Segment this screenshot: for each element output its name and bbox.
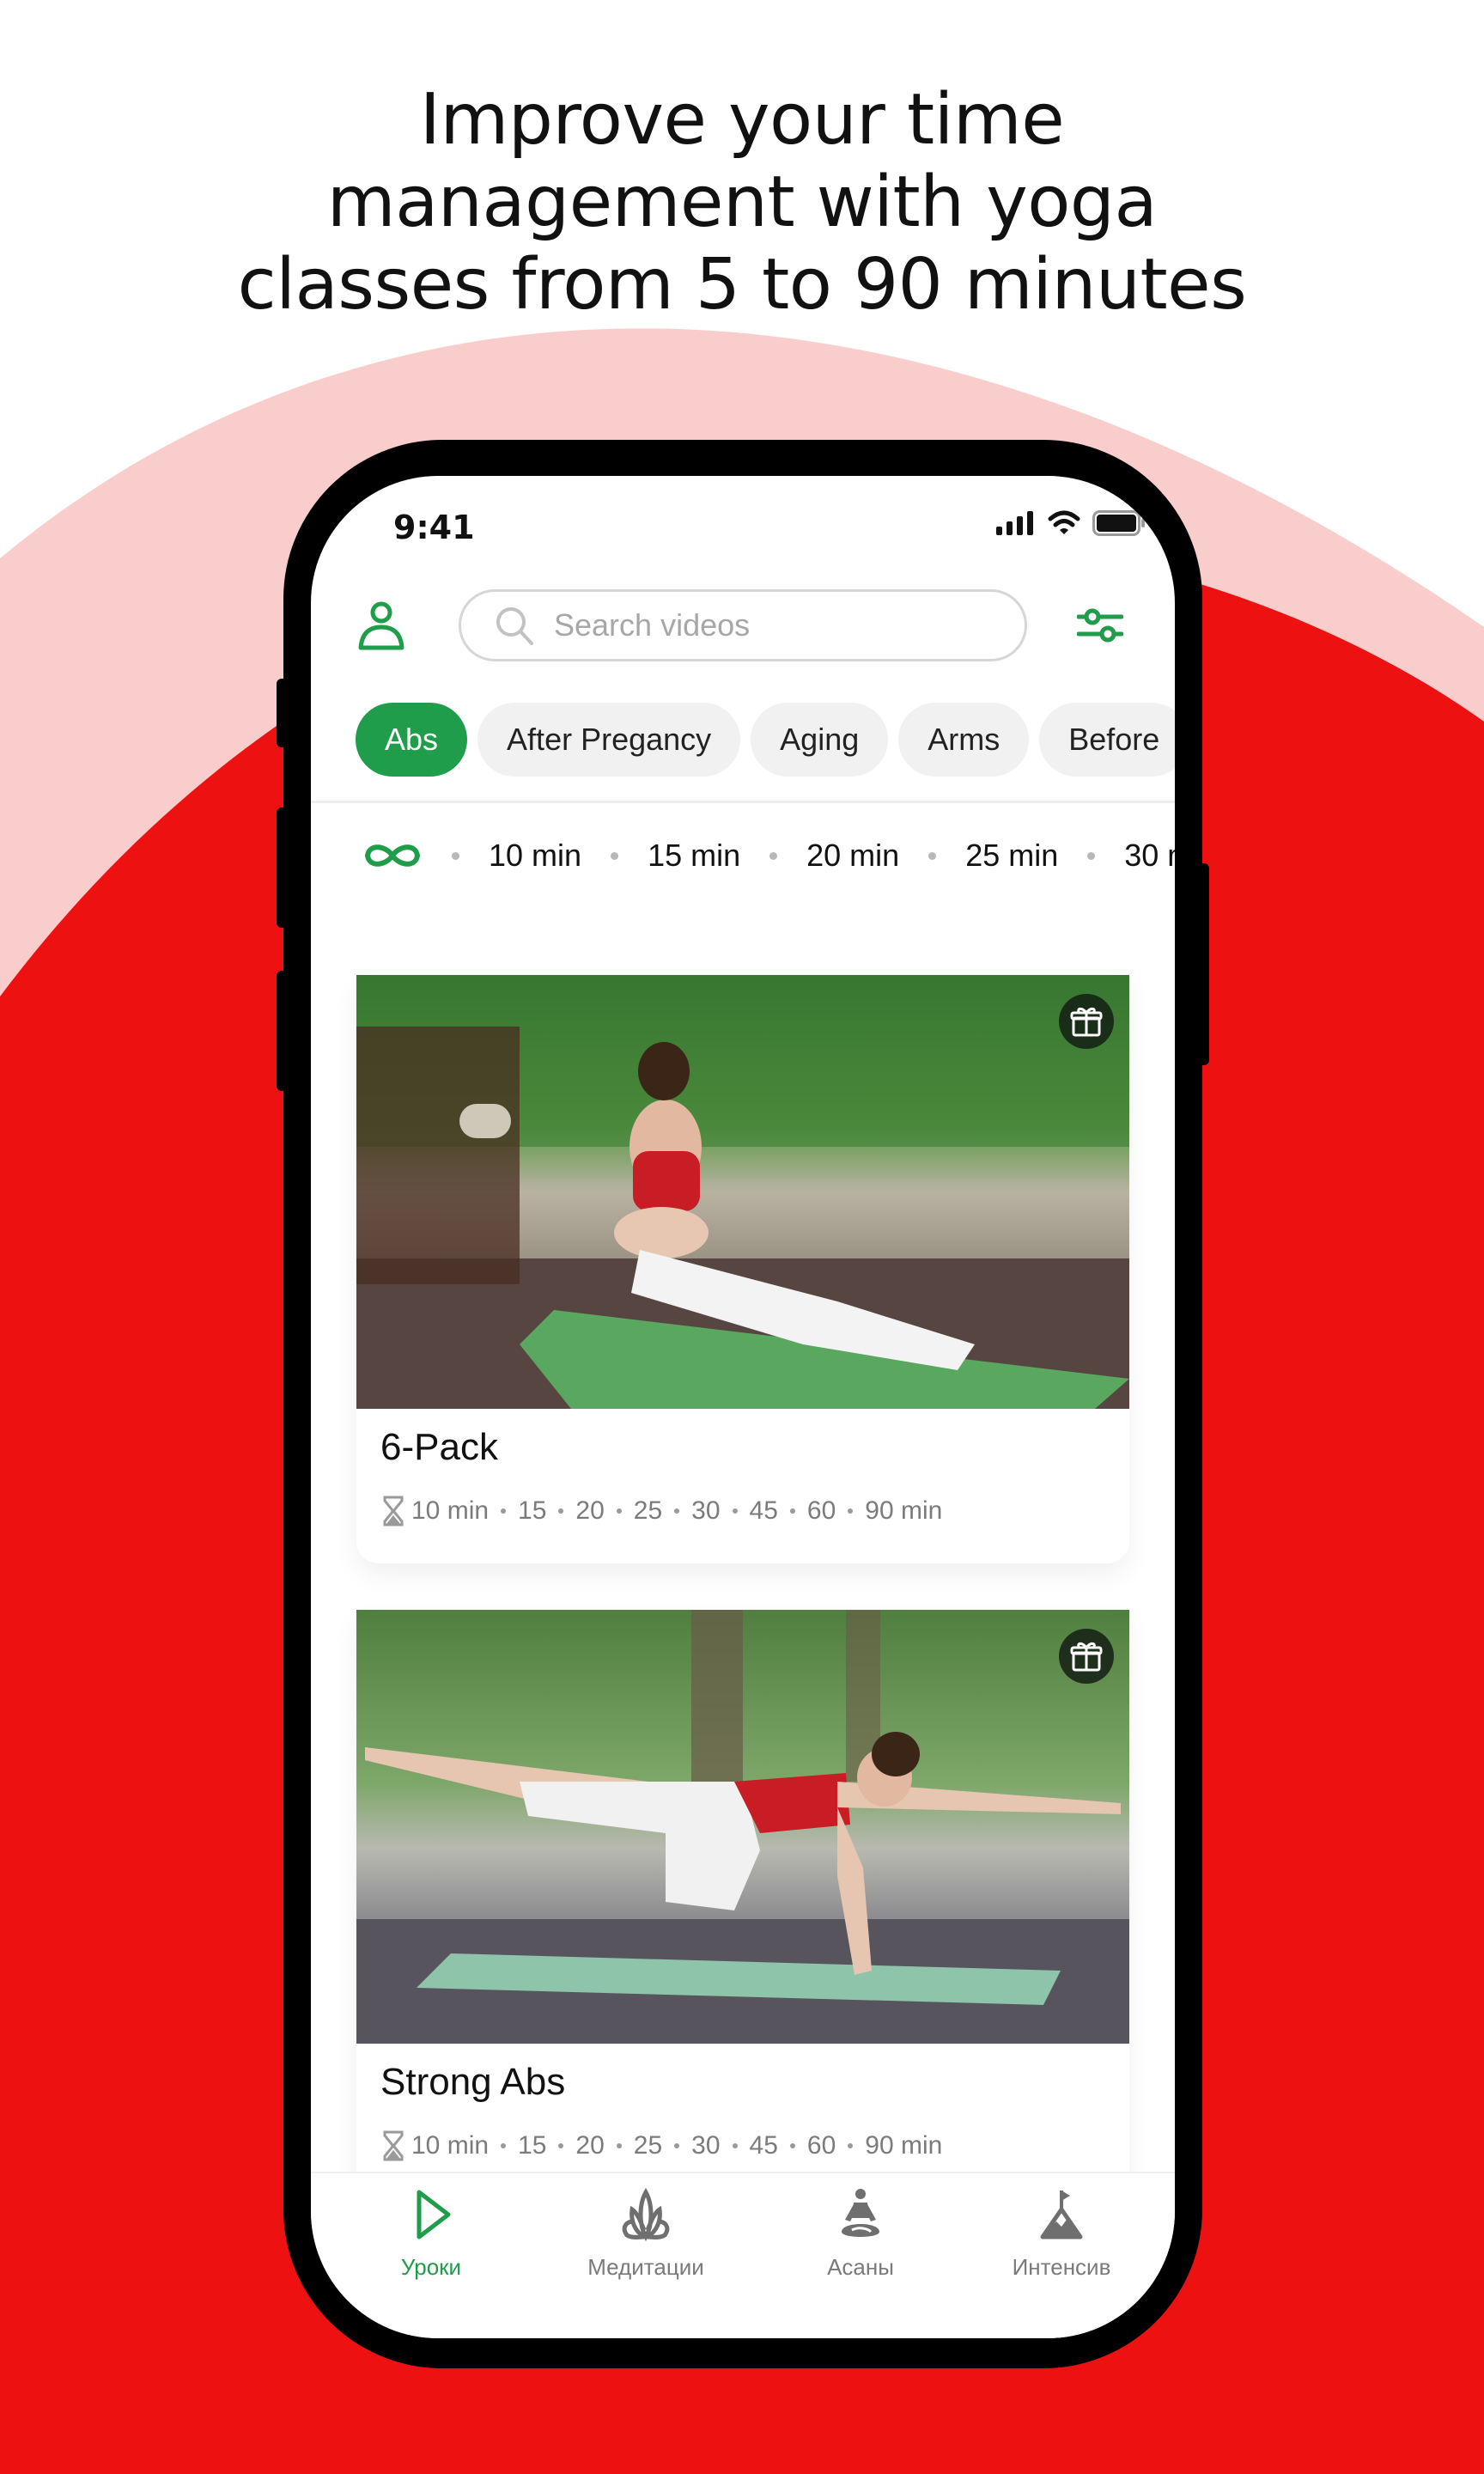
- filter-sliders-icon[interactable]: [1077, 605, 1123, 646]
- tab-lessons[interactable]: Уроки: [337, 2187, 526, 2281]
- profile-icon[interactable]: [356, 600, 407, 651]
- video-title: 6-Pack: [380, 1426, 498, 1468]
- summit-flag-icon: [1040, 2191, 1083, 2239]
- phone-side-button-power: [1197, 863, 1209, 1065]
- video-thumbnail: [356, 1610, 1129, 2044]
- duration-30[interactable]: 30 min: [1124, 838, 1175, 874]
- separator-dot: [558, 1508, 564, 1514]
- search-input[interactable]: [552, 606, 1002, 644]
- duration-option: 60: [806, 2131, 836, 2160]
- signal-icon: [996, 511, 1033, 535]
- separator-dot: [1087, 851, 1096, 860]
- divider: [311, 801, 1175, 803]
- headline-line-2: management with yoga: [326, 161, 1158, 243]
- separator-dot: [789, 1508, 795, 1514]
- separator-dot: [732, 2143, 738, 2148]
- hourglass-icon: [383, 1496, 404, 1526]
- duration-option: 25: [633, 1496, 663, 1525]
- headline-line-3: classes from 5 to 90 minutes: [237, 244, 1247, 326]
- tab-intensive[interactable]: Интенсив: [967, 2187, 1156, 2281]
- video-title: Strong Abs: [380, 2061, 566, 2103]
- duration-option: 20: [575, 2131, 605, 2160]
- duration-option: 45: [749, 1496, 778, 1525]
- status-time: 9:41: [393, 509, 475, 546]
- duration-option: 15: [518, 1496, 547, 1525]
- top-bar: [311, 589, 1175, 661]
- duration-15[interactable]: 15 min: [648, 838, 740, 874]
- separator-dot: [928, 851, 937, 860]
- chip-after-pregnancy[interactable]: After Pregancy: [477, 703, 741, 777]
- battery-icon: [1092, 510, 1145, 536]
- duration-20[interactable]: 20 min: [806, 838, 899, 874]
- duration-last: 90 min: [865, 2131, 943, 2160]
- separator-dot: [501, 2143, 507, 2148]
- separator-dot: [789, 2143, 795, 2148]
- wifi-icon: [1048, 510, 1080, 534]
- duration-option: 20: [575, 1496, 605, 1525]
- chip-aging[interactable]: Aging: [751, 703, 889, 777]
- video-durations: 10 min 15 20 25 30 45 60 90 min: [382, 2130, 942, 2161]
- separator-dot: [848, 1508, 854, 1514]
- separator-dot: [674, 2143, 680, 2148]
- separator-dot: [558, 2143, 564, 2148]
- tab-asanas[interactable]: Асаны: [766, 2187, 955, 2281]
- chip-before[interactable]: Before: [1039, 703, 1175, 777]
- status-icons: [996, 510, 1146, 536]
- duration-option: 30: [691, 1496, 721, 1525]
- tab-label: Медитации: [587, 2254, 704, 2280]
- video-card[interactable]: 6-Pack 10 min 15 20 25 30 45 60 90 min: [356, 975, 1129, 1563]
- separator-dot: [732, 1508, 738, 1514]
- video-card[interactable]: Strong Abs 10 min 15 20 25 30 45 60 90 m…: [356, 1610, 1129, 2198]
- gift-icon: [1070, 1007, 1103, 1037]
- separator-dot: [501, 1508, 507, 1514]
- duration-option: 15: [518, 2131, 547, 2160]
- video-thumbnail: [356, 975, 1129, 1409]
- phone-side-button-volume-down: [277, 971, 289, 1091]
- duration-filter: 10 min 15 min 20 min 25 min 30 min: [362, 830, 1175, 881]
- duration-option: 60: [806, 1496, 836, 1525]
- tab-meditations[interactable]: Медитации: [551, 2187, 740, 2281]
- play-icon: [417, 2190, 451, 2239]
- duration-option: 30: [691, 2131, 721, 2160]
- bottom-tab-bar: Уроки Медитации Асаны Интенсив: [311, 2172, 1175, 2338]
- phone-screen: 9:41 Search videos Abs After Pregancy Ag…: [311, 476, 1175, 2338]
- duration-first: 10 min: [411, 2131, 490, 2160]
- gift-badge: [1059, 1629, 1114, 1684]
- separator-dot: [674, 1508, 680, 1514]
- duration-option: 25: [633, 2131, 663, 2160]
- headline-line-1: Improve your time: [419, 79, 1065, 161]
- duration-first: 10 min: [411, 1496, 490, 1525]
- phone-side-button-silent: [277, 679, 289, 747]
- separator-dot: [769, 851, 778, 860]
- separator-dot: [616, 1508, 622, 1514]
- hourglass-icon: [383, 2130, 404, 2161]
- duration-10[interactable]: 10 min: [489, 838, 581, 874]
- separator-dot: [611, 851, 619, 860]
- infinity-icon[interactable]: [362, 838, 423, 873]
- search-bar[interactable]: [459, 589, 1027, 661]
- separator-dot: [848, 2143, 854, 2148]
- separator-dot: [452, 851, 459, 860]
- separator-dot: [616, 2143, 622, 2148]
- tab-label: Интенсив: [1012, 2254, 1111, 2280]
- lotus-icon: [622, 2187, 670, 2242]
- tab-label: Асаны: [827, 2254, 894, 2280]
- video-durations: 10 min 15 20 25 30 45 60 90 min: [382, 1496, 942, 1526]
- duration-last: 90 min: [865, 1496, 943, 1525]
- gift-badge: [1059, 994, 1114, 1049]
- phone-side-button-volume-up: [277, 807, 289, 928]
- category-chips: Abs After Pregancy Aging Arms Before: [356, 703, 1175, 777]
- chip-abs[interactable]: Abs: [356, 703, 468, 777]
- chip-arms[interactable]: Arms: [898, 703, 1030, 777]
- search-icon: [496, 607, 533, 645]
- gift-icon: [1070, 1642, 1103, 1672]
- duration-option: 45: [749, 2131, 778, 2160]
- headline: Improve your time management with yoga c…: [0, 79, 1484, 326]
- tab-label: Уроки: [400, 2254, 462, 2280]
- meditation-pose-icon: [842, 2189, 879, 2237]
- duration-25[interactable]: 25 min: [965, 838, 1058, 874]
